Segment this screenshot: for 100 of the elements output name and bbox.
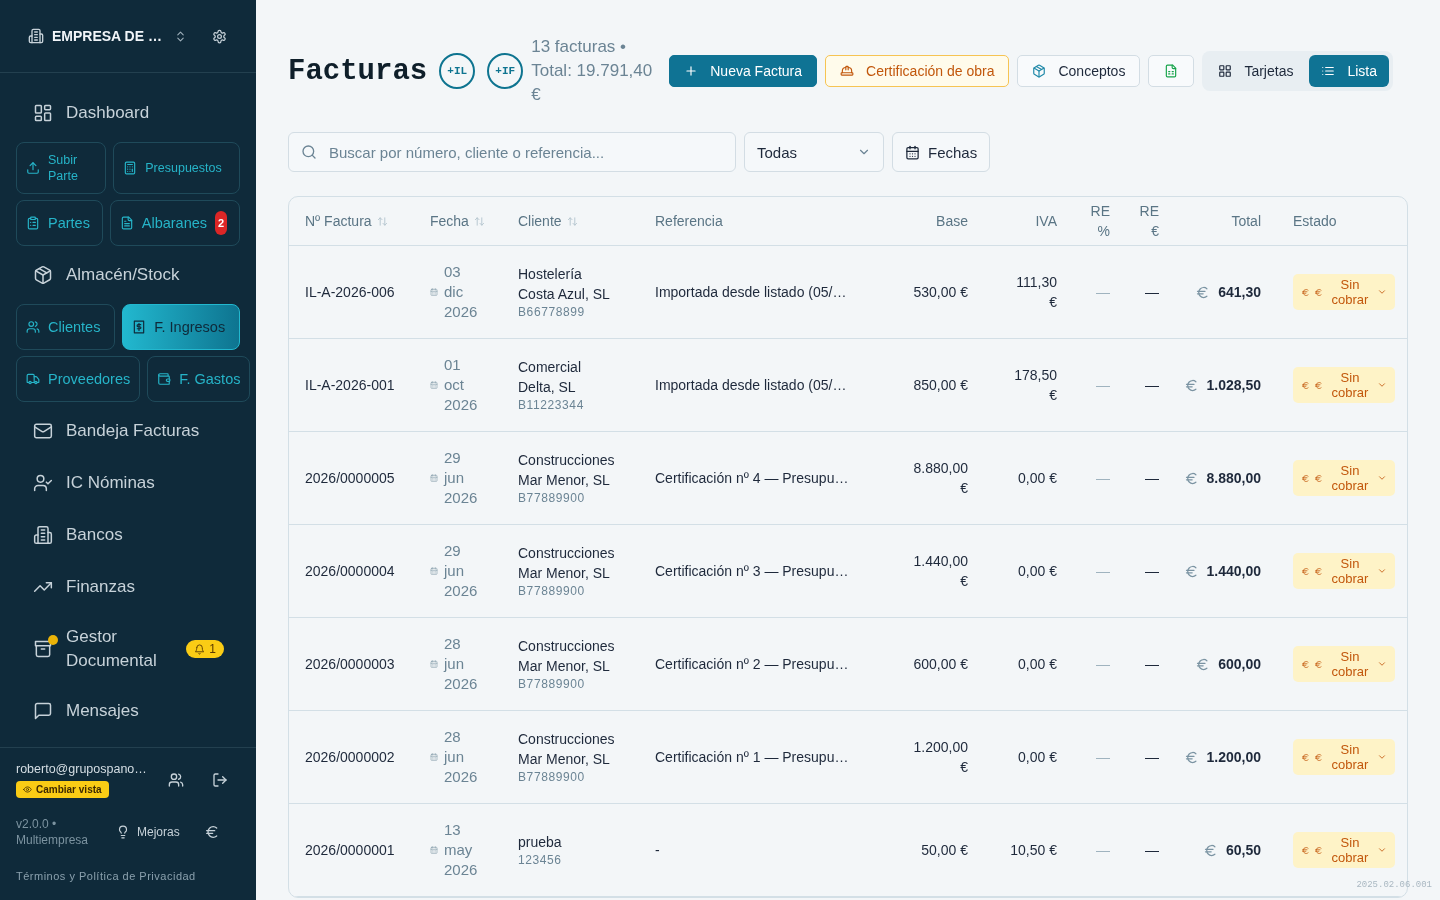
building-icon [33,525,53,545]
chevron-down-icon [1377,380,1387,390]
status-dropdown[interactable]: Sin cobrar [1293,832,1395,868]
hard-hat-icon [840,64,855,78]
nav-item[interactable]: IC Nóminas [16,457,240,509]
toolbar-button[interactable]: Nueva Factura [669,55,818,87]
surcharge-amount: — [1145,842,1159,858]
view-tab[interactable]: Lista [1309,55,1389,87]
euro-icon [1314,566,1323,576]
date-filter-button[interactable]: Fechas [892,132,991,172]
euro-icon [204,824,220,840]
nav-item[interactable]: Dashboard [16,87,240,139]
user-check-icon [33,473,53,493]
users-icon [26,320,40,334]
client-name: Construcciones Mar Menor, SL [518,451,616,490]
vat-amount: 0,00 € [1018,563,1057,579]
spreadsheet-icon [1164,64,1179,78]
search-icon [301,144,317,160]
invoice-total: 1.028,50 [1206,376,1261,395]
chevron-down-icon [1377,473,1387,483]
chevrons-up-down-icon [174,29,187,43]
nav-item[interactable]: Mensajes [16,685,240,737]
invoice-date: 28 jun 2026 [444,727,479,787]
euro-icon [1183,470,1199,486]
nav-tile[interactable]: Clientes [16,304,116,350]
toolbar-button[interactable]: Certificación de obra [825,55,1010,87]
nav-tile[interactable]: Presupuestos [113,142,240,194]
nav-item[interactable]: Finanzas [16,561,240,613]
user-email: roberto@grupospano… [16,762,147,776]
nav-item[interactable]: Bancos [16,509,240,561]
column-header[interactable]: Fecha [414,197,502,246]
nav-item[interactable]: Almacén/Stock [16,249,240,301]
page-title: Facturas [288,54,428,88]
layout-grid-icon [33,103,53,123]
column-header[interactable]: Nº Factura [289,197,414,246]
base-amount: 8.880,00 € [913,460,968,496]
quick-add-button[interactable]: +IF [487,53,524,89]
column-header[interactable]: Cliente [502,197,639,246]
base-amount: 1.440,00 € [913,553,968,589]
clipboard-list-icon [26,216,40,230]
client-tax-id: B11223344 [518,397,585,413]
count-badge: 2 [215,211,228,235]
client-name: Hostelería Costa Azul, SL [518,265,611,304]
nav-tile[interactable]: Albaranes 2 [109,200,240,246]
plus-icon [684,64,699,78]
nav-tile[interactable]: Partes [16,200,103,246]
client-name: Construcciones Mar Menor, SL [518,637,616,676]
chevron-down-icon [1377,566,1387,576]
invoice-number: IL-A-2026-006 [305,284,395,300]
company-name[interactable]: EMPRESA DE … [52,28,162,44]
toolbar-button[interactable]: Conceptos [1017,55,1141,87]
nav-tile[interactable]: F. Gastos [147,356,251,402]
surcharge-rate: — [1096,656,1110,672]
invoice-total: 1.440,00 [1206,562,1261,581]
base-amount: 850,00 € [913,377,968,393]
status-select[interactable]: Todas [744,132,884,172]
surcharge-amount: — [1145,377,1159,393]
logout-icon [212,772,228,788]
nav-item[interactable]: Bandeja Facturas [16,405,240,457]
invoice-total: 8.880,00 [1206,469,1261,488]
status-dropdown[interactable]: Sin cobrar [1293,739,1395,775]
nav-tile[interactable]: Subir Parte [16,142,107,194]
client-name: prueba [518,833,563,852]
chevron-down-icon [1377,287,1387,297]
invoice-reference: Certificación nº 3 — Presupu… [655,563,849,579]
box-icon [1032,64,1047,78]
invoice-date: 13 may 2026 [444,820,479,880]
calendar-icon [430,660,438,668]
client-tax-id: B77889900 [518,490,586,506]
vat-amount: 111,30 € [1016,274,1057,310]
status-dropdown[interactable]: Sin cobrar [1293,274,1395,310]
nav-tile[interactable]: Proveedores [16,356,141,402]
status-dropdown[interactable]: Sin cobrar [1293,460,1395,496]
invoice-summary: 13 facturas • Total: 19.791,40 € [531,36,654,106]
euro-icon [1183,377,1199,393]
view-tab[interactable]: Tarjetas [1206,55,1306,87]
improvements-link[interactable]: Mejoras [116,825,180,839]
sort-icon [473,215,485,227]
invoice-total: 600,00 [1218,655,1261,674]
settings-icon [212,28,227,44]
status-dropdown[interactable]: Sin cobrar [1293,367,1395,403]
building-icon [28,28,44,44]
quick-add-button[interactable]: +IL [439,53,476,89]
switch-view-button[interactable]: Cambiar vista [16,781,109,798]
status-dropdown[interactable]: Sin cobrar [1293,553,1395,589]
calendar-icon [905,144,920,160]
client-name: Construcciones Mar Menor, SL [518,730,616,769]
envelope-icon [33,421,53,441]
spreadsheet-button[interactable] [1148,55,1195,87]
sort-icon [376,215,388,227]
legal-link[interactable]: Términos y Política de Privacidad [16,870,240,882]
calendar-icon [430,288,438,296]
nav-item[interactable]: Gestor Documental 1 [16,613,240,685]
search-field[interactable]: Buscar por número, cliente o referencia... [288,132,736,172]
euro-icon [1301,752,1310,762]
status-dropdown[interactable]: Sin cobrar [1293,646,1395,682]
invoice-reference: Certificación nº 4 — Presupu… [655,470,849,486]
nav-tile[interactable]: F. Ingresos [122,304,240,350]
client-tax-id: B77889900 [518,676,586,692]
euro-icon [1183,563,1199,579]
